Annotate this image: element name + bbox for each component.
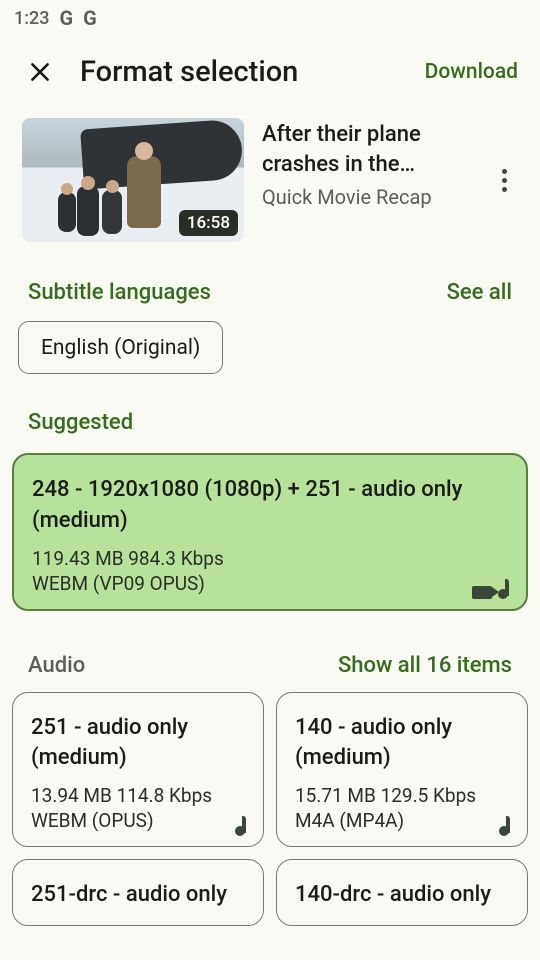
video-info: 16:58 After their plane crashes in the A… xyxy=(0,100,540,250)
duration-badge: 16:58 xyxy=(179,210,238,236)
page-title: Format selection xyxy=(80,55,425,89)
close-button[interactable] xyxy=(22,54,58,90)
subtitle-chip-english[interactable]: English (Original) xyxy=(18,321,223,374)
audio-icon xyxy=(498,579,512,599)
status-icon-g1: G xyxy=(59,8,73,28)
show-all-audio[interactable]: Show all 16 items xyxy=(338,653,512,678)
audio-card-251-drc[interactable]: 251-drc - audio only xyxy=(12,859,264,926)
video-icon xyxy=(472,586,492,599)
status-time: 1:23 xyxy=(14,8,49,29)
video-thumbnail[interactable]: 16:58 xyxy=(22,118,244,242)
status-icon-g2: G xyxy=(83,8,97,28)
format-size-bitrate: 15.71 MB 129.5 Kbps xyxy=(295,784,509,807)
audio-card-140-drc[interactable]: 140-drc - audio only xyxy=(276,859,528,926)
subtitles-header: Subtitle languages See all xyxy=(0,250,540,319)
audio-label: Audio xyxy=(28,653,85,678)
see-all-subtitles[interactable]: See all xyxy=(447,280,512,305)
audio-icon xyxy=(235,816,249,836)
format-codec: WEBM (OPUS) xyxy=(31,809,245,832)
audio-header: Audio Show all 16 items xyxy=(0,615,540,692)
format-size-bitrate: 119.43 MB 984.3 Kbps xyxy=(32,547,508,570)
format-size-bitrate: 13.94 MB 114.8 Kbps xyxy=(31,784,245,807)
suggested-format-card[interactable]: 248 - 1920x1080 (1080p) + 251 - audio on… xyxy=(12,453,528,611)
subtitle-chips: English (Original) xyxy=(0,319,540,376)
more-button[interactable] xyxy=(502,169,507,192)
audio-icon xyxy=(499,816,513,836)
status-bar: 1:23 G G xyxy=(0,0,540,36)
suggested-label: Suggested xyxy=(0,376,540,449)
format-codec: M4A (MP4A) xyxy=(295,809,509,832)
audio-card-251[interactable]: 251 - audio only (medium) 13.94 MB 114.8… xyxy=(12,692,264,848)
video-title: After their plane crashes in the Alaskan… xyxy=(262,120,472,179)
format-title: 248 - 1920x1080 (1080p) + 251 - audio on… xyxy=(32,475,508,537)
close-icon xyxy=(27,59,53,85)
format-title: 140-drc - audio only xyxy=(295,880,509,911)
video-channel: Quick Movie Recap xyxy=(262,185,472,209)
header: Format selection Download xyxy=(0,36,540,100)
audio-card-140[interactable]: 140 - audio only (medium) 15.71 MB 129.5… xyxy=(276,692,528,848)
audio-grid: 251 - audio only (medium) 13.94 MB 114.8… xyxy=(0,692,540,926)
format-title: 140 - audio only (medium) xyxy=(295,713,509,775)
format-codec: WEBM (VP09 OPUS) xyxy=(32,572,508,595)
format-title: 251 - audio only (medium) xyxy=(31,713,245,775)
format-title: 251-drc - audio only xyxy=(31,880,245,911)
subtitles-label: Subtitle languages xyxy=(28,280,211,305)
download-button[interactable]: Download xyxy=(425,60,518,84)
